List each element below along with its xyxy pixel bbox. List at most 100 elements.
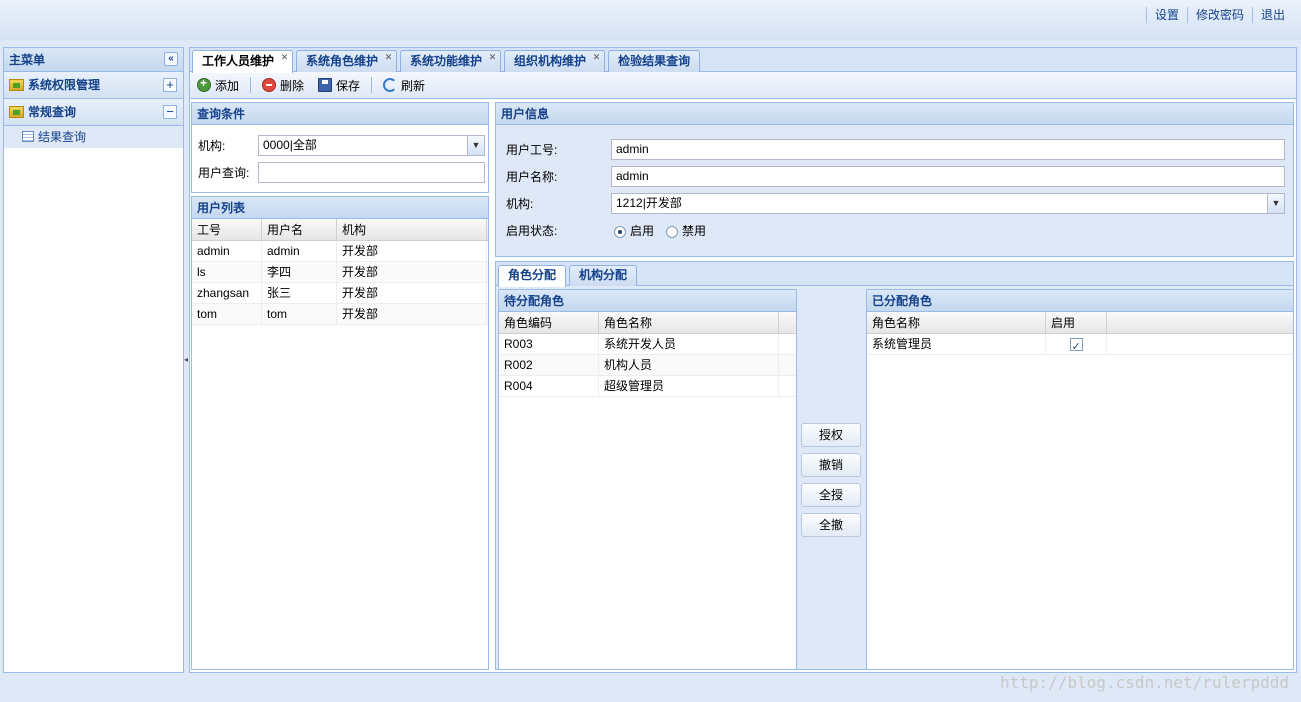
user-id-field[interactable]: admin xyxy=(611,139,1285,160)
user-org-value: 1212|开发部 xyxy=(616,196,682,210)
tab-orgs[interactable]: 组织机构维护 ✕ xyxy=(504,50,606,72)
table-row[interactable]: tom tom 开发部 xyxy=(192,304,488,325)
tab-role-assign[interactable]: 角色分配 xyxy=(498,265,567,287)
cell-id: admin xyxy=(192,241,262,261)
cell-role-code: R004 xyxy=(499,376,599,396)
col-header-role-code[interactable]: 角色编码 xyxy=(499,312,599,333)
cell-role-name: 超级管理员 xyxy=(599,376,779,396)
chevron-down-icon[interactable]: ▼ xyxy=(1267,194,1284,213)
table-row[interactable]: R002 机构人员 xyxy=(499,355,796,376)
watermark-text: http://blog.csdn.net/rulerpddd xyxy=(1000,673,1289,692)
pending-roles-header: 待分配角色 xyxy=(499,290,796,312)
toolbar: 添加 删除 保存 刷新 xyxy=(190,72,1296,99)
col-header-id[interactable]: 工号 xyxy=(192,219,262,240)
chevron-down-icon[interactable]: ▼ xyxy=(467,136,484,155)
user-org-label: 机构: xyxy=(506,197,534,211)
org-filter-row: 机构: 0000|全部 ▼ xyxy=(198,135,485,156)
cell-role-name: 系统管理员 xyxy=(867,334,1046,354)
radio-unchecked-icon[interactable] xyxy=(666,225,679,238)
cell-role-code: R002 xyxy=(499,355,599,375)
collapse-left-icon[interactable]: « xyxy=(164,52,178,66)
user-id-label: 用户工号: xyxy=(506,143,558,157)
tab-functions[interactable]: 系统功能维护 ✕ xyxy=(400,50,502,72)
close-icon[interactable]: ✕ xyxy=(384,53,393,62)
delete-button[interactable]: 删除 xyxy=(259,77,307,94)
assigned-roles-panel: 已分配角色 角色名称 启用 系统管理员 xyxy=(866,289,1294,670)
table-row[interactable]: 系统管理员 xyxy=(867,334,1293,355)
revoke-button[interactable]: 撤销 xyxy=(801,453,861,477)
org-filter-value: 0000|全部 xyxy=(263,138,317,152)
user-filter-row: 用户查询: xyxy=(198,162,485,183)
save-button[interactable]: 保存 xyxy=(315,77,363,94)
user-grid-header: 工号 用户名 机构 xyxy=(192,219,488,241)
cell-id: tom xyxy=(192,304,262,324)
toolbar-separator xyxy=(371,77,373,93)
save-icon xyxy=(318,78,333,92)
grant-all-button[interactable]: 全授 xyxy=(801,483,861,507)
tab-label: 工作人员维护 xyxy=(202,54,275,68)
col-header-role-name[interactable]: 角色名称 xyxy=(867,312,1046,333)
assignment-tabs: 角色分配 机构分配 xyxy=(496,262,1293,287)
logout-link[interactable]: 退出 xyxy=(1251,7,1293,23)
menu-item-result-query[interactable]: 结果查询 xyxy=(4,126,183,148)
user-list-panel: 用户列表 工号 用户名 机构 admin admin 开发部 ls 李四 开发部… xyxy=(191,196,489,670)
assignment-panel: 角色分配 机构分配 待分配角色 角色编码 角色名称 R003 系统开发人员 R0… xyxy=(495,261,1294,670)
cell-id: zhangsan xyxy=(192,283,262,303)
folder-arrow-icon xyxy=(9,106,24,118)
checkbox-checked-icon[interactable] xyxy=(1069,337,1083,354)
splitter-collapse-icon[interactable]: ◂ xyxy=(184,350,188,370)
table-row[interactable]: R004 超级管理员 xyxy=(499,376,796,397)
tab-results[interactable]: 检验结果查询 xyxy=(608,50,701,72)
user-name-field[interactable]: admin xyxy=(611,166,1285,187)
expand-icon[interactable]: + xyxy=(163,78,177,92)
assigned-roles-header: 已分配角色 xyxy=(867,290,1293,312)
col-header-username[interactable]: 用户名 xyxy=(262,219,337,240)
tab-org-assign[interactable]: 机构分配 xyxy=(569,265,638,286)
refresh-button[interactable]: 刷新 xyxy=(380,77,428,94)
cell-role-name: 系统开发人员 xyxy=(599,334,779,354)
refresh-icon xyxy=(383,78,398,92)
org-filter-combo[interactable]: 0000|全部 ▼ xyxy=(258,135,485,156)
status-disabled-option[interactable]: 禁用 xyxy=(666,222,706,239)
tab-roles[interactable]: 系统角色维护 ✕ xyxy=(296,50,398,72)
user-org-combo[interactable]: 1212|开发部 ▼ xyxy=(611,193,1285,214)
table-row[interactable]: ls 李四 开发部 xyxy=(192,262,488,283)
menu-group-permissions[interactable]: 系统权限管理 + xyxy=(4,72,183,99)
user-org-row: 机构: 1212|开发部 ▼ xyxy=(506,193,1285,214)
add-button[interactable]: 添加 xyxy=(194,76,242,94)
col-header-role-name[interactable]: 角色名称 xyxy=(599,312,779,333)
main-menu-title: 主菜单 xyxy=(9,53,46,67)
user-search-input[interactable] xyxy=(258,162,485,183)
col-header-org[interactable]: 机构 xyxy=(337,219,487,240)
tab-staff[interactable]: 工作人员维护 ✕ xyxy=(192,50,294,73)
change-password-link[interactable]: 修改密码 xyxy=(1186,7,1252,23)
col-header-enabled[interactable]: 启用 xyxy=(1046,312,1107,333)
user-list-header: 用户列表 xyxy=(192,197,488,219)
grant-button[interactable]: 授权 xyxy=(801,423,861,447)
cell-role-name: 机构人员 xyxy=(599,355,779,375)
cell-org: 开发部 xyxy=(337,283,487,303)
settings-link[interactable]: 设置 xyxy=(1145,7,1187,23)
collapse-icon[interactable]: − xyxy=(163,105,177,119)
cell-enabled xyxy=(1046,334,1107,354)
revoke-all-button[interactable]: 全撤 xyxy=(801,513,861,537)
close-icon[interactable]: ✕ xyxy=(592,53,601,62)
cell-username: 张三 xyxy=(262,283,337,303)
status-enabled-option[interactable]: 启用 xyxy=(614,222,654,239)
tab-label: 系统角色维护 xyxy=(306,54,379,68)
transfer-buttons: 授权 撤销 全授 全撤 xyxy=(801,423,861,543)
table-row[interactable]: admin admin 开发部 xyxy=(192,241,488,262)
toolbar-separator xyxy=(250,77,252,93)
radio-checked-icon[interactable] xyxy=(614,225,626,238)
table-row[interactable]: R003 系统开发人员 xyxy=(499,334,796,355)
close-icon[interactable]: ✕ xyxy=(488,53,497,62)
user-filter-label: 用户查询: xyxy=(198,166,250,180)
close-icon[interactable]: ✕ xyxy=(280,53,289,62)
tab-label: 组织机构维护 xyxy=(514,54,587,68)
query-panel-header: 查询条件 xyxy=(192,103,488,125)
add-label: 添加 xyxy=(215,78,240,93)
cell-username: admin xyxy=(262,241,337,261)
pending-roles-panel: 待分配角色 角色编码 角色名称 R003 系统开发人员 R002 机构人员 R0… xyxy=(498,289,797,670)
table-row[interactable]: zhangsan 张三 开发部 xyxy=(192,283,488,304)
menu-group-query[interactable]: 常规查询 − xyxy=(4,99,183,126)
